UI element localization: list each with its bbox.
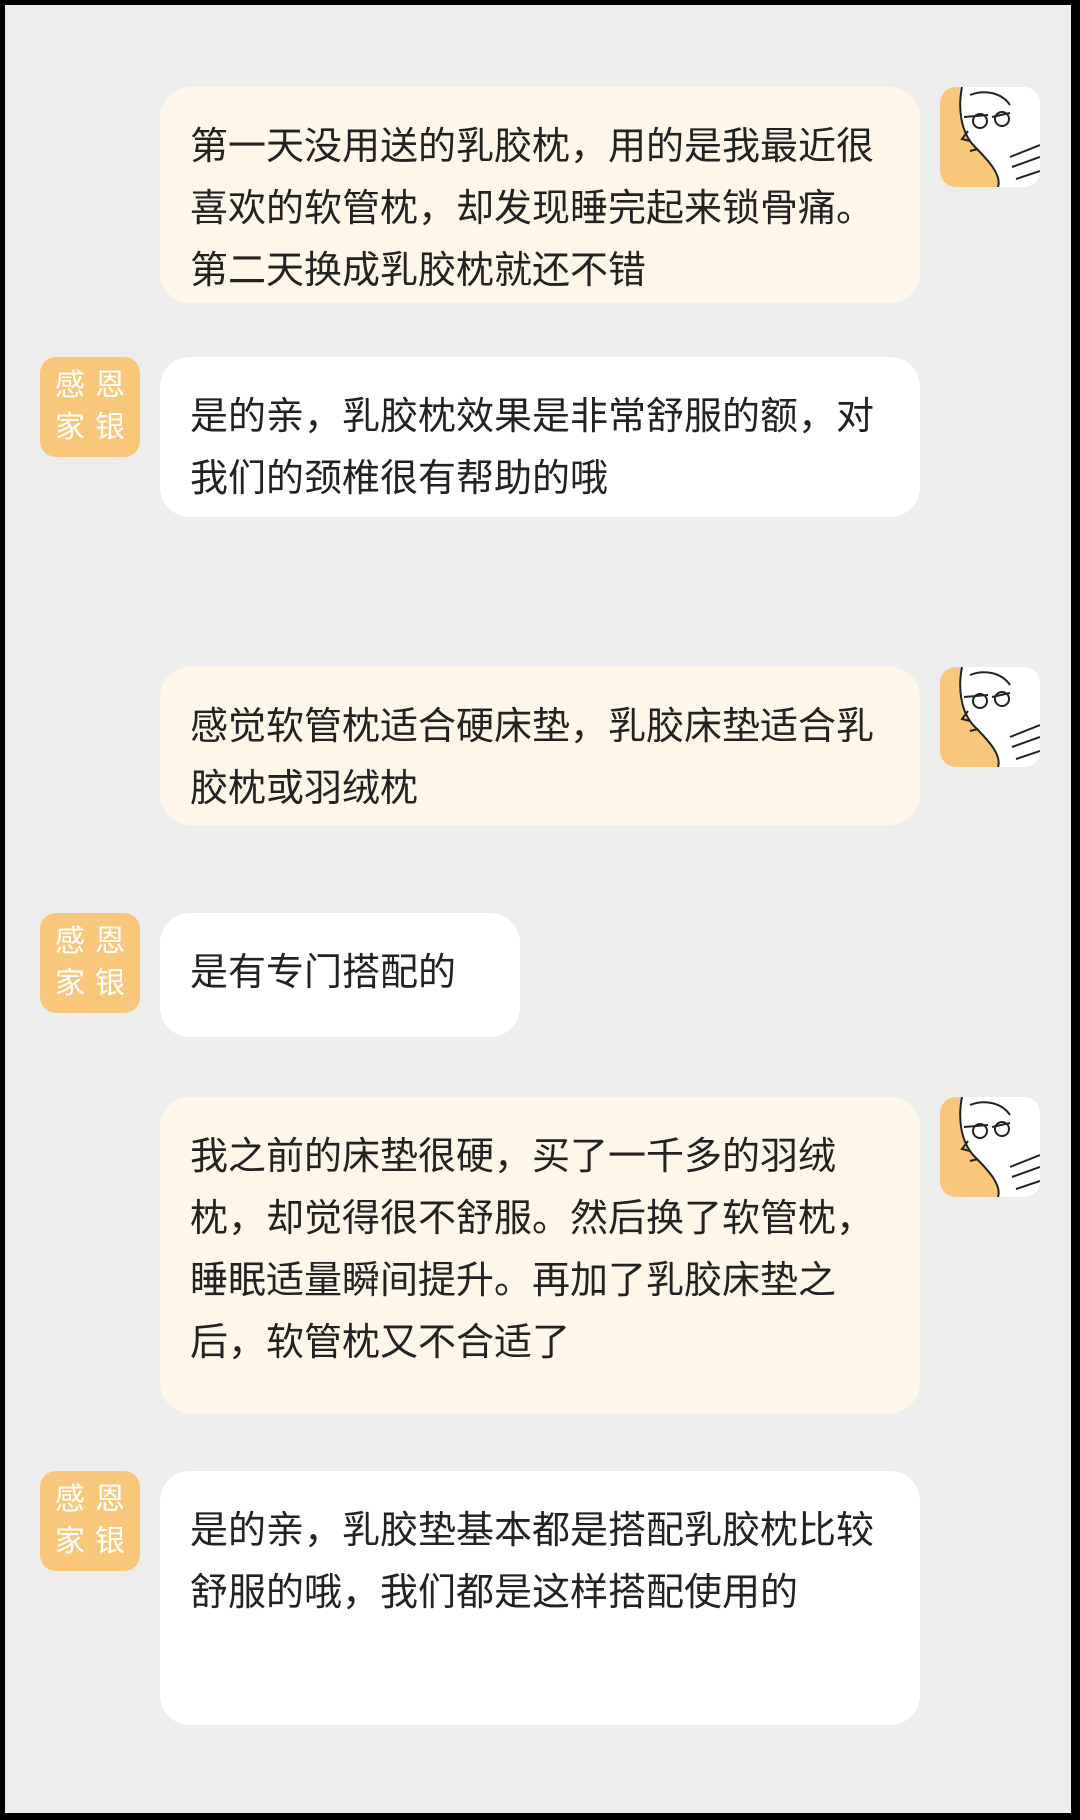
- user-message-bubble[interactable]: 第一天没用送的乳胶枕，用的是我最近很喜欢的软管枕，却发现睡完起来锁骨痛。第二天换…: [160, 87, 920, 303]
- agent-message-bubble[interactable]: 是有专门搭配的: [160, 913, 520, 1037]
- shop-avatar-char: 银: [95, 1524, 125, 1559]
- user-avatar-icon[interactable]: [940, 667, 1040, 767]
- shop-avatar-char: 家: [55, 1524, 85, 1559]
- shop-avatar-icon[interactable]: 感 恩 家 银: [40, 913, 140, 1013]
- shop-avatar-char: 银: [95, 966, 125, 1001]
- shop-avatar-icon[interactable]: 感 恩 家 银: [40, 1471, 140, 1571]
- shop-avatar-char: 恩: [95, 368, 125, 403]
- shop-avatar-char: 家: [55, 410, 85, 445]
- shop-avatar-char: 感: [55, 1482, 85, 1517]
- agent-message-bubble[interactable]: 是的亲，乳胶垫基本都是搭配乳胶枕比较舒服的哦，我们都是这样搭配使用的: [160, 1471, 920, 1725]
- user-avatar-icon[interactable]: [940, 1097, 1040, 1197]
- shop-avatar-char: 银: [95, 410, 125, 445]
- shop-avatar-char: 恩: [95, 924, 125, 959]
- chat-screen: 第一天没用送的乳胶枕，用的是我最近很喜欢的软管枕，却发现睡完起来锁骨痛。第二天换…: [5, 5, 1071, 1813]
- shop-avatar-char: 恩: [95, 1482, 125, 1517]
- user-message-bubble[interactable]: 感觉软管枕适合硬床垫，乳胶床垫适合乳胶枕或羽绒枕: [160, 667, 920, 825]
- shop-avatar-char: 家: [55, 966, 85, 1001]
- user-avatar-icon[interactable]: [940, 87, 1040, 187]
- shop-avatar-icon[interactable]: 感 恩 家 银: [40, 357, 140, 457]
- user-message-bubble[interactable]: 我之前的床垫很硬，买了一千多的羽绒枕，却觉得很不舒服。然后换了软管枕，睡眠适量瞬…: [160, 1097, 920, 1413]
- shop-avatar-char: 感: [55, 368, 85, 403]
- shop-avatar-char: 感: [55, 924, 85, 959]
- agent-message-bubble[interactable]: 是的亲，乳胶枕效果是非常舒服的额，对我们的颈椎很有帮助的哦: [160, 357, 920, 517]
